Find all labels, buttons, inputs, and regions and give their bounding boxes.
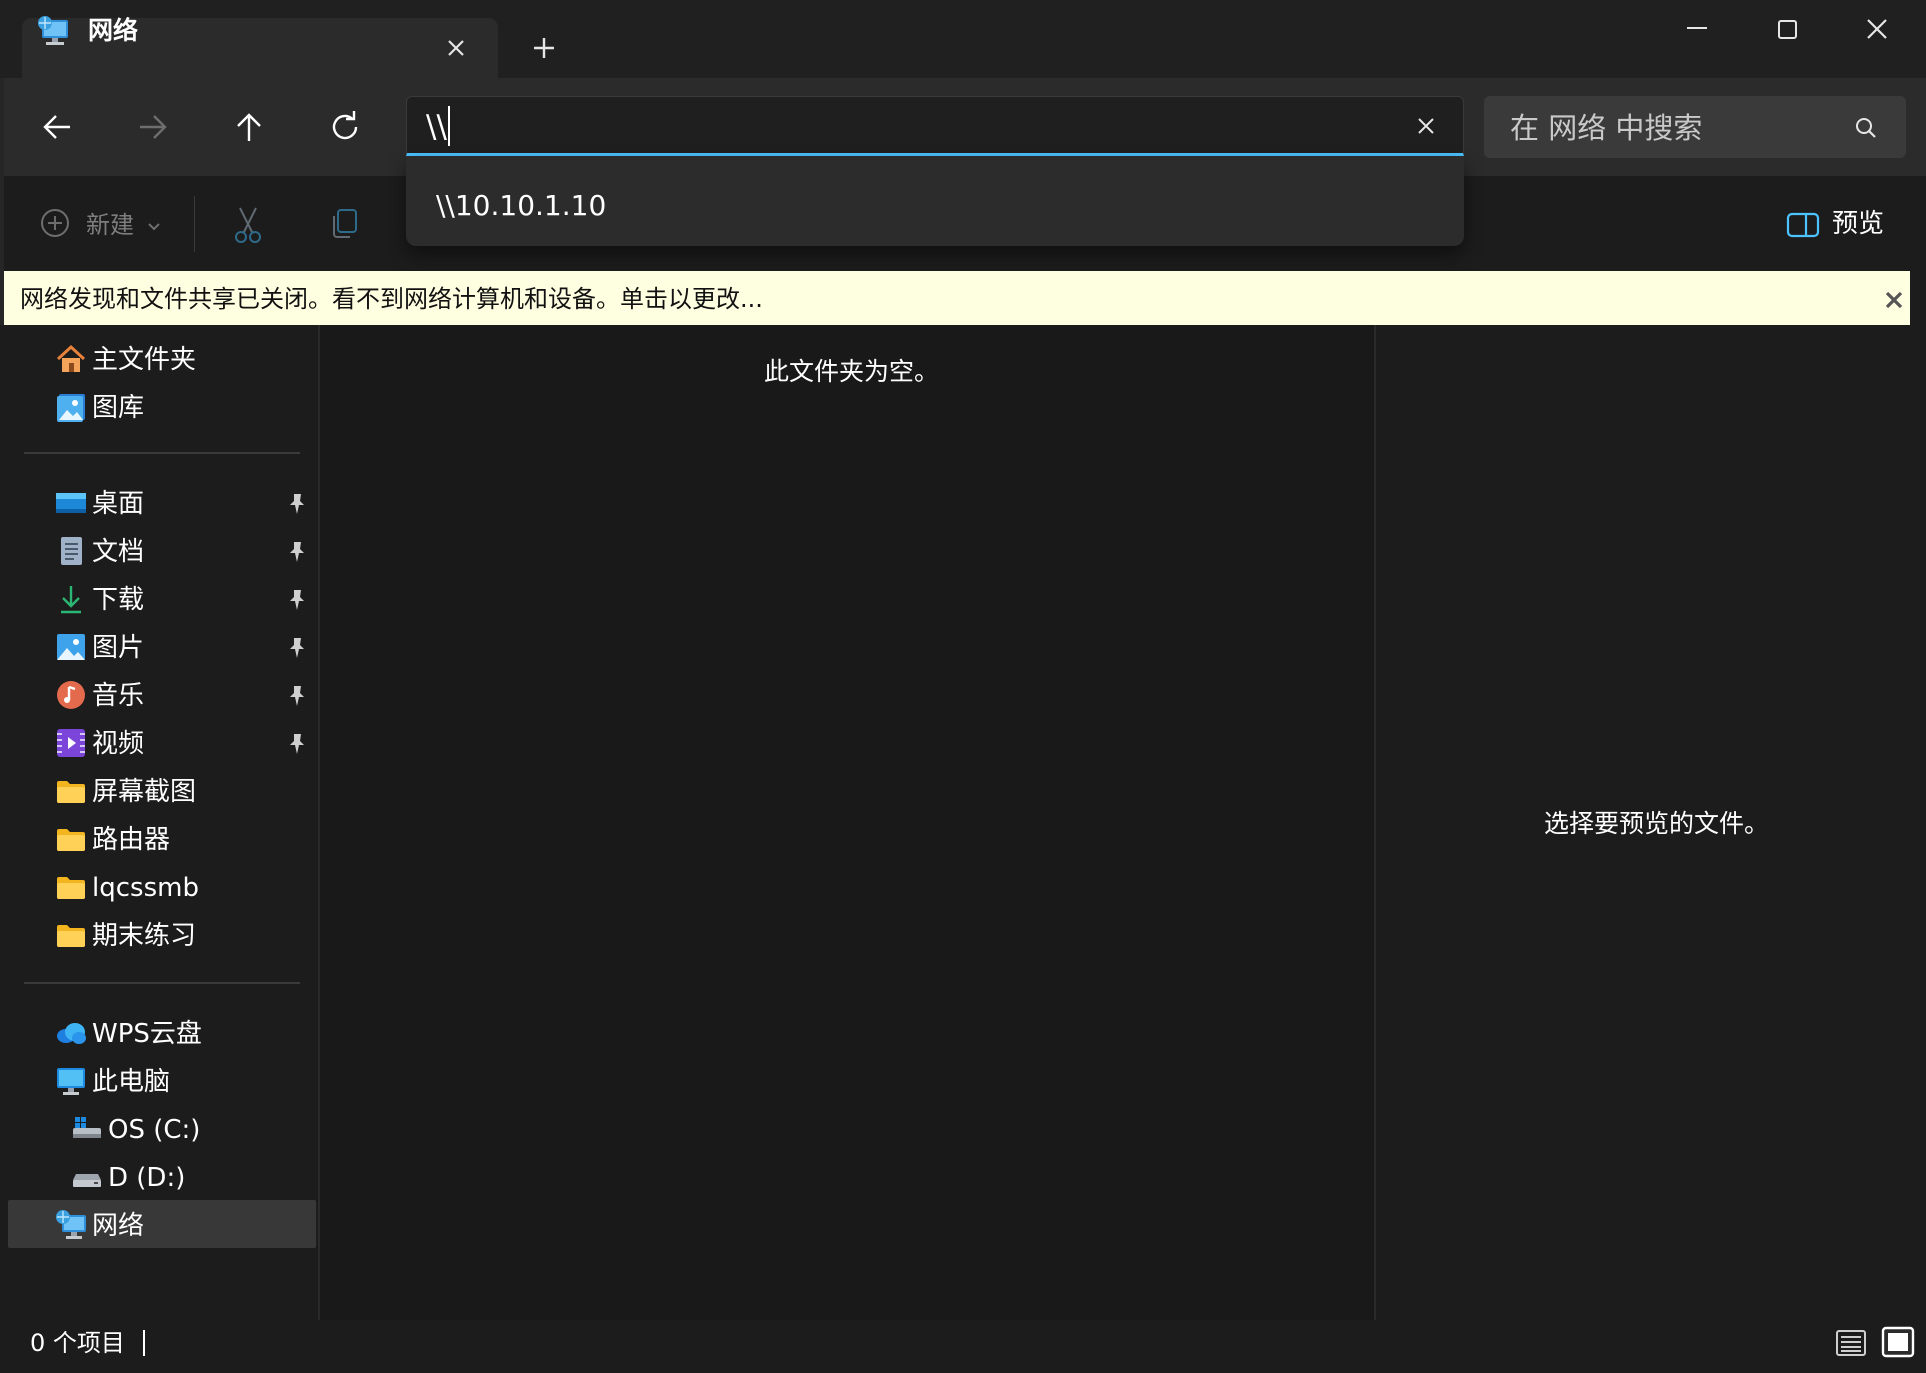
clear-address-icon[interactable] [1408,108,1444,144]
close-infobar-icon[interactable] [1880,286,1908,314]
sidebar-item-label: 音乐 [92,681,145,711]
status-separator [143,1330,145,1356]
sidebar-item-label: WPS云盘 [92,1019,202,1049]
home-icon [54,342,88,376]
folder-icon [54,774,88,808]
new-tab-icon[interactable] [524,28,564,68]
sidebar-item-label: 屏幕截图 [92,777,197,807]
music-icon [54,678,88,712]
pin-icon[interactable] [286,732,308,756]
desktop-icon [54,486,88,520]
sidebar-item-label: 文档 [92,537,145,567]
maximize-icon[interactable] [1760,10,1814,50]
gallery-icon [54,390,88,424]
sidebar-item-drive-d[interactable]: D (D:) [0,1156,318,1200]
sidebar-divider [24,982,300,984]
pin-icon[interactable] [286,492,308,516]
folder-icon [54,918,88,952]
empty-folder-message: 此文件夹为空。 [764,357,940,386]
drive-d-icon [70,1160,104,1194]
sidebar-item-home[interactable]: 主文件夹 [0,338,318,382]
sidebar-item-network[interactable]: 网络 [0,1204,318,1248]
address-input[interactable]: \\ [426,108,447,146]
preview-button-label[interactable]: 预览 [1832,208,1884,240]
file-list[interactable] [320,325,1374,1320]
status-bar [0,1320,1926,1373]
search-icon[interactable] [1848,110,1884,146]
pin-icon[interactable] [286,636,308,660]
sidebar-item-folder[interactable]: 路由器 [0,818,318,862]
address-bar[interactable] [406,96,1464,156]
sidebar-item-gallery[interactable]: 图库 [0,386,318,430]
large-icons-view-icon[interactable] [1880,1324,1916,1360]
cloud-icon [54,1016,88,1050]
documents-icon [54,534,88,568]
sidebar-divider [24,452,300,454]
sidebar-list: 主文件夹图库桌面文档下载图片音乐视频屏幕截图路由器 lqcssmb 期末练习 WPS云… [0,0,318,1320]
sidebar-item-pictures[interactable]: 图片 [0,626,318,670]
sidebar-item-label: D (D:) [108,1163,186,1193]
pc-icon [54,1064,88,1098]
close-tab-icon[interactable] [438,30,474,66]
sidebar-item-documents[interactable]: 文档 [0,530,318,574]
drive-c-icon [70,1112,104,1146]
sidebar-item-label: 路由器 [92,825,171,855]
sidebar-item-label: 视频 [92,729,145,759]
pin-icon[interactable] [286,540,308,564]
sidebar-item-folder[interactable]: 屏幕截图 [0,770,318,814]
suggestion-item[interactable]: \\10.10.1.10 [436,188,606,224]
network-icon [54,1208,88,1242]
folder-icon [54,870,88,904]
sidebar-item-desktop[interactable]: 桌面 [0,482,318,526]
preview-empty-message: 选择要预览的文件。 [1544,809,1770,838]
sidebar-item-cloud[interactable]: WPS云盘 [0,1012,318,1056]
text-caret [448,106,450,146]
sidebar-item-pc[interactable]: 此电脑 [0,1060,318,1104]
sidebar-item-label: 图片 [92,633,145,663]
sidebar-item-label: lqcssmb [92,873,199,903]
details-view-icon[interactable] [1834,1326,1868,1360]
folder-icon [54,822,88,856]
sidebar-item-label: 桌面 [92,489,145,519]
sidebar-item-videos[interactable]: 视频 [0,722,318,766]
sidebar-item-drive-c[interactable]: OS (C:) [0,1108,318,1152]
pictures-icon [54,630,88,664]
sidebar-item-label: 期末练习 [92,921,197,951]
sidebar-item-label: 此电脑 [92,1067,171,1097]
sidebar-item-label: OS (C:) [108,1115,201,1145]
sidebar-item-label: 主文件夹 [92,345,197,375]
preview-pane-icon[interactable] [1786,210,1820,240]
pin-icon[interactable] [286,588,308,612]
sidebar-item-label: 下载 [92,585,145,615]
sidebar-item-label: 图库 [92,393,145,423]
pin-icon[interactable] [286,684,308,708]
sidebar-item-downloads[interactable]: 下载 [0,578,318,622]
sidebar-item-label: 网络 [92,1211,145,1241]
sidebar-item-music[interactable]: 音乐 [0,674,318,718]
window-close-icon[interactable] [1850,10,1904,50]
search-input[interactable]: 在 网络 中搜索 [1510,110,1702,146]
downloads-icon [54,582,88,616]
copy-icon[interactable] [324,204,364,244]
refresh-icon[interactable] [318,100,372,154]
sidebar-item-folder[interactable]: 期末练习 [0,914,318,958]
sidebar-item-folder[interactable]: lqcssmb [0,866,318,910]
videos-icon [54,726,88,760]
item-count: 0 个项目 [30,1329,125,1357]
minimize-icon[interactable] [1670,14,1724,48]
